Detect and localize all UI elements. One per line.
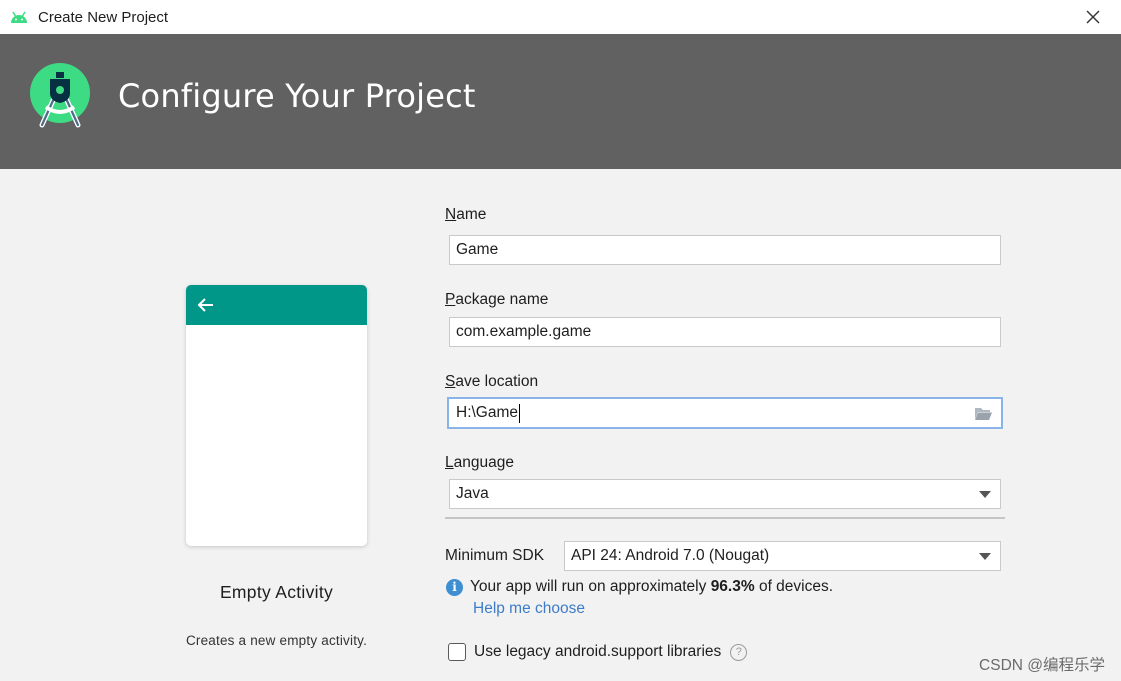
- chevron-down-icon: [979, 491, 991, 498]
- name-field[interactable]: Game: [449, 235, 1001, 265]
- window-title: Create New Project: [38, 8, 169, 26]
- save-location-field[interactable]: H:\Game: [447, 397, 1003, 429]
- coverage-percent: 96.3%: [710, 578, 755, 595]
- text-caret: [519, 403, 521, 423]
- back-arrow-icon: [197, 298, 213, 312]
- divider: [445, 517, 1005, 519]
- help-me-choose-link[interactable]: Help me choose: [473, 600, 585, 618]
- close-button[interactable]: [1083, 7, 1103, 27]
- save-location-label: Save location: [445, 373, 539, 390]
- template-name: Empty Activity: [219, 582, 334, 602]
- language-select[interactable]: Java: [449, 479, 1001, 509]
- legacy-libraries-checkbox[interactable]: [448, 643, 466, 661]
- window-titlebar: Create New Project: [0, 0, 1121, 34]
- package-name-field[interactable]: com.example.game: [449, 317, 1001, 347]
- info-icon: i: [446, 578, 463, 596]
- close-icon: [1086, 10, 1100, 24]
- android-head-icon: [11, 11, 27, 23]
- package-name-label: Package name: [445, 291, 549, 308]
- android-studio-logo-icon: [30, 63, 90, 128]
- minimum-sdk-select[interactable]: API 24: Android 7.0 (Nougat): [564, 541, 1001, 571]
- folder-open-icon[interactable]: [974, 406, 993, 421]
- page-title: Configure Your Project: [118, 77, 476, 115]
- template-preview: [186, 285, 367, 546]
- name-label: Name: [445, 206, 487, 223]
- legacy-libraries-label[interactable]: Use legacy android.support libraries: [474, 643, 721, 661]
- language-label: Language: [445, 454, 514, 471]
- wizard-header: Configure Your Project: [0, 34, 1121, 169]
- question-icon[interactable]: ?: [730, 643, 748, 661]
- legacy-libraries-option: Use legacy android.support libraries ?: [448, 643, 748, 661]
- watermark: CSDN @编程乐学: [979, 657, 1105, 674]
- preview-appbar: [186, 285, 367, 325]
- template-description: Creates a new empty activity.: [185, 633, 368, 648]
- minimum-sdk-label: Minimum SDK: [445, 547, 545, 564]
- chevron-down-icon: [979, 553, 991, 560]
- sdk-coverage-info: i Your app will run on approximately 96.…: [446, 577, 833, 597]
